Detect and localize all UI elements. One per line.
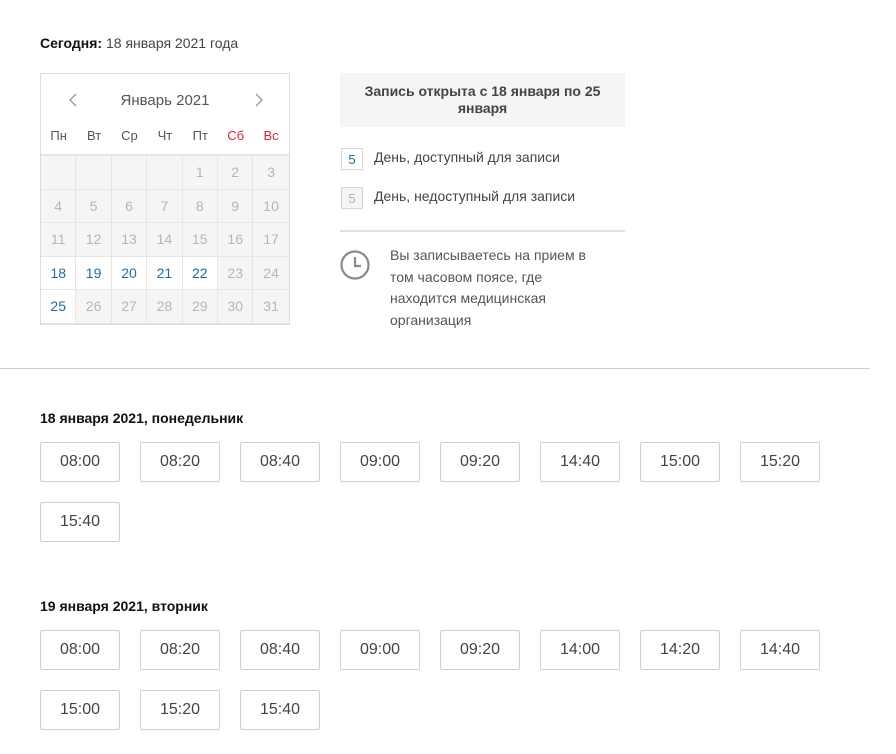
calendar-day-empty	[111, 156, 148, 190]
calendar-day-unavailable: 6	[111, 189, 148, 223]
calendar-day-unavailable: 24	[253, 256, 289, 290]
time-slot-button[interactable]: 08:20	[140, 442, 220, 482]
weekday-label: Пн	[50, 128, 67, 143]
legend-unavailable-text: День, недоступный для записи	[374, 188, 576, 204]
weekday-label: Вс	[263, 128, 279, 143]
chevron-right-icon[interactable]	[247, 88, 271, 112]
time-slot-button[interactable]: 14:40	[740, 630, 820, 670]
weekday-label: Чт	[157, 128, 173, 143]
legend-unavailable-sample: 5	[341, 187, 363, 209]
calendar-day-unavailable: 7	[147, 189, 183, 223]
time-slot-button[interactable]: 09:20	[440, 630, 520, 670]
calendar-day-unavailable: 29	[182, 290, 218, 324]
calendar-day-unavailable: 12	[76, 223, 112, 257]
open-period-banner: Запись открыта с 18 января по 25 января	[340, 73, 625, 127]
calendar-day-unavailable: 27	[111, 290, 148, 324]
time-slot-button[interactable]: 15:40	[40, 502, 120, 542]
calendar-day-unavailable: 26	[76, 290, 112, 324]
calendar-day-unavailable: 14	[147, 223, 183, 257]
calendar-day-available[interactable]: 21	[147, 256, 183, 290]
calendar-day-empty	[41, 156, 77, 190]
calendar-day-unavailable: 28	[147, 290, 183, 324]
day-title: 19 января 2021, вторник	[40, 598, 208, 614]
time-slot-button[interactable]: 08:00	[40, 442, 120, 482]
clock-icon	[339, 249, 371, 281]
calendar-day-unavailable: 30	[218, 290, 254, 324]
time-slot-button[interactable]: 14:00	[540, 630, 620, 670]
time-slot-button[interactable]: 15:20	[740, 442, 820, 482]
calendar-day-unavailable: 11	[41, 223, 77, 257]
weekday-label: Ср	[121, 128, 138, 143]
info-divider	[340, 230, 625, 232]
time-slot-button[interactable]: 14:40	[540, 442, 620, 482]
calendar-day-unavailable: 13	[111, 223, 148, 257]
weekday-label: Пт	[192, 128, 208, 143]
time-slot-button[interactable]: 15:40	[240, 690, 320, 730]
timezone-note: Вы записываетесь на прием в том часовом …	[390, 247, 586, 328]
calendar-day-available[interactable]: 19	[76, 256, 112, 290]
calendar-day-unavailable: 15	[182, 223, 218, 257]
calendar-day-available[interactable]: 20	[111, 256, 148, 290]
calendar: Январь 2021 Пн Вт Ср Чт Пт Сб Вс 1 2 3 4 5 6 7 8 9 10 11…	[40, 73, 290, 325]
legend-available-text: День, доступный для записи	[374, 149, 560, 165]
calendar-day-unavailable: 8	[182, 189, 218, 223]
calendar-day-unavailable: 16	[218, 223, 254, 257]
calendar-day-unavailable: 1	[182, 156, 218, 190]
calendar-day-available[interactable]: 25	[41, 290, 77, 324]
today-label: Сегодня:	[40, 35, 103, 51]
calendar-day-unavailable: 17	[253, 223, 289, 257]
calendar-day-unavailable: 9	[218, 189, 254, 223]
today-line: Сегодня: 18 января 2021 года	[40, 35, 238, 51]
time-slot-button[interactable]: 15:00	[40, 690, 120, 730]
time-slot-button[interactable]: 15:20	[140, 690, 220, 730]
calendar-day-empty	[147, 156, 183, 190]
calendar-day-unavailable: 4	[41, 189, 77, 223]
legend-available-sample: 5	[341, 148, 363, 170]
calendar-day-unavailable: 10	[253, 189, 289, 223]
time-slot-button[interactable]: 09:20	[440, 442, 520, 482]
calendar-day-available[interactable]: 22	[182, 256, 218, 290]
calendar-day-unavailable: 3	[253, 156, 289, 190]
time-slot-button[interactable]: 09:00	[340, 630, 420, 670]
day-title: 18 января 2021, понедельник	[40, 410, 244, 426]
weekday-label: Вт	[86, 128, 102, 143]
time-slot-button[interactable]: 08:00	[40, 630, 120, 670]
calendar-day-unavailable: 2	[218, 156, 254, 190]
calendar-day-unavailable: 5	[76, 189, 112, 223]
calendar-header: Январь 2021	[41, 74, 289, 124]
weekday-label: Сб	[227, 128, 245, 143]
section-divider	[0, 368, 870, 369]
time-slot-button[interactable]: 08:40	[240, 630, 320, 670]
today-date: 18 января 2021 года	[105, 35, 239, 51]
calendar-day-unavailable: 23	[218, 256, 254, 290]
calendar-day-unavailable: 31	[253, 290, 289, 324]
time-slot-button[interactable]: 09:00	[340, 442, 420, 482]
time-slot-button[interactable]: 08:20	[140, 630, 220, 670]
calendar-day-empty	[76, 156, 112, 190]
time-slot-button[interactable]: 08:40	[240, 442, 320, 482]
calendar-day-available[interactable]: 18	[41, 256, 77, 290]
time-slot-button[interactable]: 14:20	[640, 630, 720, 670]
time-slot-button[interactable]: 15:00	[640, 442, 720, 482]
